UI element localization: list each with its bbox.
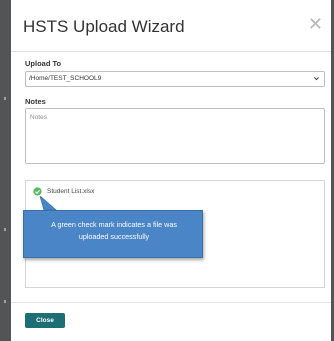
upload-to-label: Upload To [25,59,62,68]
notes-label: Notes [25,97,46,106]
notes-textarea[interactable]: Notes [25,108,325,164]
tutorial-callout: A green check mark indicates a file was … [23,210,203,258]
upload-wizard-dialog: HSTS Upload Wizard ✕ Upload To /Home/TES… [11,0,331,341]
green-check-icon [33,187,42,196]
footer-divider [11,302,331,303]
backdrop-mark [4,300,6,303]
backdrop-mark [4,97,6,100]
close-icon[interactable]: ✕ [308,15,323,33]
callout-line-1: A green check mark indicates a file was [51,220,177,229]
backdrop-mark [4,228,6,231]
file-name: Student List.xlsx [47,188,95,195]
callout-text: A green check mark indicates a file was … [24,219,204,243]
upload-to-value: /Home/TEST_SCHOOL9 [29,75,102,82]
page-backdrop-left [0,0,11,341]
callout-line-2: uploaded successfully [78,232,150,241]
notes-placeholder: Notes [30,114,47,121]
dialog-header: HSTS Upload Wizard ✕ [11,0,331,52]
upload-to-select[interactable]: /Home/TEST_SCHOOL9 [25,71,325,87]
dialog-title: HSTS Upload Wizard [23,17,185,36]
chevron-down-icon [314,77,319,81]
close-button[interactable]: Close [25,313,65,328]
